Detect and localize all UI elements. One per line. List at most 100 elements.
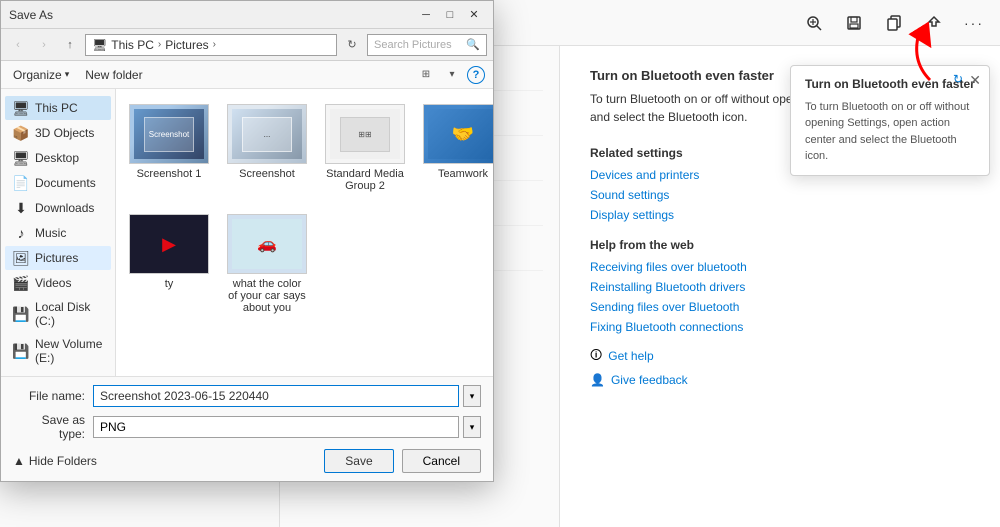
more-button[interactable]: ··· — [958, 7, 990, 39]
address-bar[interactable]: 🖥 This PC › Pictures › — [85, 34, 337, 56]
new-volume-e-icon: 💾 — [13, 343, 29, 359]
hide-folders-chevron-icon: ▲ — [13, 454, 25, 468]
help-button[interactable]: ? — [467, 66, 485, 84]
notif-body: To turn Bluetooth on or off without open… — [805, 99, 975, 165]
file-name-ty: ty — [165, 278, 174, 290]
breadcrumb-end-sep: › — [213, 39, 216, 50]
notif-spinner: ↻ — [953, 72, 963, 86]
dialog-controls: ─ □ ✕ — [415, 6, 485, 24]
this-pc-label: This PC — [35, 101, 78, 115]
view-dropdown-button[interactable]: ▾ — [441, 64, 463, 86]
file-item-screenshot[interactable]: ... Screenshot — [222, 97, 312, 199]
get-help-link[interactable]: Get help — [608, 349, 653, 363]
local-disk-c-icon: 💾 — [13, 306, 29, 322]
filename-input[interactable] — [93, 385, 459, 407]
link-display-settings[interactable]: Display settings — [590, 208, 970, 222]
up-button[interactable]: ↑ — [59, 34, 81, 56]
file-item-car[interactable]: 🚗 what the color of your car says about … — [222, 207, 312, 321]
sidebar-downloads[interactable]: ⬇ Downloads — [5, 196, 111, 220]
file-name-teamwork: Teamwork — [438, 168, 488, 180]
notif-close-button[interactable]: ✕ — [969, 72, 981, 89]
address-icon: 🖥 — [92, 38, 107, 52]
view-options-button[interactable]: ⊞ — [415, 64, 437, 86]
refresh-button[interactable]: ↻ — [341, 34, 363, 56]
filename-input-wrapper: ▾ — [93, 385, 481, 407]
save-as-dialog: Save As ─ □ ✕ ‹ › ↑ 🖥 This PC › Pictures… — [0, 0, 494, 482]
dialog-buttons: ▲ Hide Folders Save Cancel — [13, 449, 481, 473]
cancel-button[interactable]: Cancel — [402, 449, 481, 473]
file-name-car: what the color of your car says about yo… — [227, 278, 307, 314]
dialog-titlebar: Save As ─ □ ✕ — [1, 1, 493, 29]
dialog-close-button[interactable]: ✕ — [463, 6, 485, 24]
copy-button[interactable] — [878, 7, 910, 39]
sidebar-music[interactable]: ♪ Music — [5, 221, 111, 245]
dialog-main-area: 🖥 This PC 📦 3D Objects 🖥 Desktop 📄 Docum… — [1, 89, 493, 376]
search-icon: 🔍 — [466, 38, 480, 51]
bg-toolbar-right: ··· — [798, 7, 990, 39]
desktop-label: Desktop — [35, 151, 79, 165]
file-item-teamwork[interactable]: 🤝 Teamwork — [418, 97, 493, 199]
file-thumbnail-standard-media: ⊞⊞ — [325, 104, 405, 164]
forward-button[interactable]: › — [33, 34, 55, 56]
help-sending-files[interactable]: Sending files over Bluetooth — [590, 300, 970, 314]
videos-icon: 🎬 — [13, 275, 29, 291]
new-volume-e-label: New Volume (E:) — [35, 337, 103, 365]
sidebar-new-volume-e[interactable]: 💾 New Volume (E:) — [5, 333, 111, 369]
dialog-nav-toolbar: ‹ › ↑ 🖥 This PC › Pictures › ↻ Search Pi… — [1, 29, 493, 61]
give-feedback-link[interactable]: Give feedback — [611, 373, 688, 387]
filename-row: File name: ▾ — [13, 385, 481, 407]
breadcrumb-this-pc: This PC — [111, 38, 154, 52]
music-label: Music — [35, 226, 66, 240]
filename-dropdown-button[interactable]: ▾ — [463, 385, 481, 407]
organize-button[interactable]: Organize ▾ — [9, 66, 73, 84]
zoom-in-button[interactable] — [798, 7, 830, 39]
pictures-icon: 🖼 — [13, 250, 29, 266]
search-box[interactable]: Search Pictures 🔍 — [367, 34, 487, 56]
breadcrumb-pictures: Pictures — [165, 38, 208, 52]
organize-chevron-icon: ▾ — [65, 69, 70, 80]
file-thumbnail-car: 🚗 — [227, 214, 307, 274]
help-receiving-files[interactable]: Receiving files over bluetooth — [590, 260, 970, 274]
dialog-maximize-button[interactable]: □ — [439, 6, 461, 24]
dialog-bottom: File name: ▾ Save as type: PNG ▾ ▲ Hide … — [1, 376, 493, 481]
share-button[interactable] — [918, 7, 950, 39]
back-button[interactable]: ‹ — [7, 34, 29, 56]
filetype-input-wrapper: PNG ▾ — [93, 416, 481, 438]
give-feedback-item: 👤 Give feedback — [590, 373, 970, 387]
documents-label: Documents — [35, 176, 96, 190]
pictures-label: Pictures — [35, 251, 78, 265]
desktop-icon: 🖥 — [13, 150, 29, 166]
sidebar-3d-objects[interactable]: 📦 3D Objects — [5, 121, 111, 145]
dialog-file-area: Screenshot Screenshot 1 ... Screenshot — [116, 89, 493, 376]
breadcrumb-sep: › — [158, 39, 161, 50]
new-folder-button[interactable]: New folder — [81, 66, 146, 84]
sidebar-desktop[interactable]: 🖥 Desktop — [5, 146, 111, 170]
sidebar-documents[interactable]: 📄 Documents — [5, 171, 111, 195]
search-placeholder: Search Pictures — [374, 39, 452, 51]
filetype-label: Save as type: — [13, 413, 85, 441]
sidebar-videos[interactable]: 🎬 Videos — [5, 271, 111, 295]
file-item-ty[interactable]: ▶ ty — [124, 207, 214, 321]
file-item-standard-media[interactable]: ⊞⊞ Standard Media Group 2 — [320, 97, 410, 199]
help-reinstalling-drivers[interactable]: Reinstalling Bluetooth drivers — [590, 280, 970, 294]
organize-label: Organize — [13, 68, 62, 82]
toolbar2-right: ⊞ ▾ ? — [415, 64, 485, 86]
music-icon: ♪ — [13, 225, 29, 241]
link-sound-settings[interactable]: Sound settings — [590, 188, 970, 202]
sidebar-pictures[interactable]: 🖼 Pictures — [5, 246, 111, 270]
documents-icon: 📄 — [13, 175, 29, 191]
dialog-title: Save As — [9, 8, 53, 22]
help-fixing-connections[interactable]: Fixing Bluetooth connections — [590, 320, 970, 334]
save-button[interactable] — [838, 7, 870, 39]
3d-objects-icon: 📦 — [13, 125, 29, 141]
filename-label: File name: — [13, 389, 85, 403]
sidebar-local-disk-c[interactable]: 💾 Local Disk (C:) — [5, 296, 111, 332]
file-item-screenshot1[interactable]: Screenshot Screenshot 1 — [124, 97, 214, 199]
save-button[interactable]: Save — [324, 449, 393, 473]
sidebar-this-pc[interactable]: 🖥 This PC — [5, 96, 111, 120]
file-name-screenshot: Screenshot — [239, 168, 295, 180]
filetype-dropdown-button[interactable]: ▾ — [463, 416, 481, 438]
dialog-minimize-button[interactable]: ─ — [415, 6, 437, 24]
hide-folders-toggle[interactable]: ▲ Hide Folders — [13, 449, 97, 473]
get-help-item: 🛈 Get help — [590, 346, 970, 367]
